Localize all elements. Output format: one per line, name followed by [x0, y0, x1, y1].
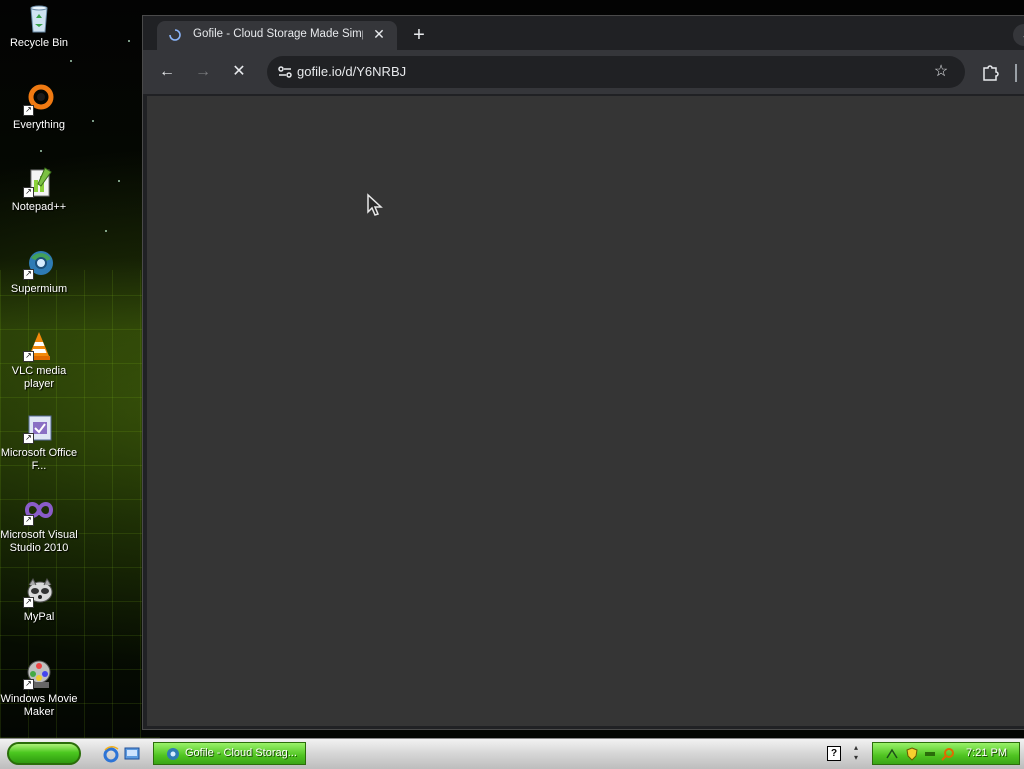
- desktop-icon-supermium[interactable]: ↗ Supermium: [0, 248, 78, 296]
- desktop-icon-vlc[interactable]: ↗ VLC media player: [0, 330, 78, 391]
- volume-icon[interactable]: [923, 747, 937, 761]
- visual-studio-icon: ↗: [23, 494, 55, 526]
- taskbar-item-label: Gofile - Cloud Storag...: [185, 747, 297, 759]
- site-settings-icon[interactable]: [273, 60, 297, 84]
- bookmark-star-icon[interactable]: ☆: [929, 60, 953, 84]
- desktop: Recycle Bin ↗ Everything ↗ Notepad++ ↗ S…: [0, 0, 1024, 738]
- desktop-icon-label: Supermium: [10, 283, 68, 295]
- desktop-icon-label: Everything: [13, 119, 65, 131]
- system-tray: 7:21 PM: [872, 742, 1020, 765]
- show-desktop-icon[interactable]: [123, 745, 141, 763]
- address-bar[interactable]: gofile.io/d/Y6NRBJ ☆: [267, 56, 965, 88]
- extensions-puzzle-icon[interactable]: [979, 60, 1003, 84]
- movie-maker-icon: ↗: [23, 658, 55, 690]
- new-tab-button[interactable]: +: [407, 24, 431, 46]
- forward-button[interactable]: →: [191, 60, 215, 84]
- loading-spinner-icon: [169, 29, 181, 41]
- desktop-icon-microsoft-office-file[interactable]: ↗ Microsoft Office F...: [0, 412, 78, 473]
- wallpaper-star: [70, 60, 72, 62]
- vlc-cone-icon: ↗: [23, 330, 55, 362]
- wallpaper-star: [105, 230, 107, 232]
- language-bar-icon[interactable]: ▴ ▾: [850, 743, 862, 763]
- desktop-icon-windows-movie-maker[interactable]: ↗ Windows Movie Maker: [0, 658, 78, 719]
- start-button[interactable]: [7, 742, 81, 765]
- shortcut-arrow-icon: ↗: [23, 105, 34, 116]
- url-text: gofile.io/d/Y6NRBJ: [297, 64, 407, 79]
- tab-search-button[interactable]: ⌄: [1013, 24, 1024, 46]
- wallpaper-star: [118, 180, 120, 182]
- search-tray-icon[interactable]: [941, 747, 955, 761]
- mypal-raccoon-icon: ↗: [23, 576, 55, 608]
- clock[interactable]: 7:21 PM: [966, 747, 1007, 759]
- tab-gofile[interactable]: Gofile - Cloud Storage Made Simple ✕: [157, 21, 397, 50]
- shortcut-arrow-icon: ↗: [23, 187, 34, 198]
- supermium-browser-icon: ↗: [23, 248, 55, 280]
- supermium-taskbar-icon: [167, 748, 179, 760]
- desktop-icon-mypal[interactable]: ↗ MyPal: [0, 576, 78, 624]
- desktop-icon-label: MyPal: [23, 611, 55, 623]
- recycle-bin-icon: [23, 2, 55, 34]
- desktop-icon-label: Microsoft Office F...: [0, 447, 78, 472]
- browser-window: Gofile - Cloud Storage Made Simple ✕ + ⌄…: [142, 15, 1024, 730]
- desktop-icon-recycle-bin[interactable]: Recycle Bin: [0, 2, 78, 50]
- tab-strip: Gofile - Cloud Storage Made Simple ✕ + ⌄: [143, 16, 1024, 50]
- desktop-icon-everything[interactable]: ↗ Everything: [0, 84, 78, 132]
- desktop-icon-notepad-plus-plus[interactable]: ↗ Notepad++: [0, 166, 78, 214]
- tab-title: Gofile - Cloud Storage Made Simple: [193, 28, 363, 40]
- page-content-area: [147, 96, 1024, 726]
- browser-toolbar: ← → ✕ gofile.io/d/Y6NRBJ ☆: [143, 50, 1024, 94]
- taskbar-item-gofile[interactable]: Gofile - Cloud Storag...: [153, 742, 306, 765]
- desktop-icon-label: Recycle Bin: [9, 37, 69, 49]
- shortcut-arrow-icon: ↗: [23, 351, 34, 362]
- desktop-icon-label: Windows Movie Maker: [0, 693, 78, 718]
- desktop-icon-label: Notepad++: [11, 201, 67, 213]
- shortcut-arrow-icon: ↗: [23, 433, 34, 444]
- desktop-icon-label: VLC media player: [11, 365, 67, 390]
- wallpaper-star: [92, 120, 94, 122]
- everything-search-icon: ↗: [23, 84, 55, 116]
- wallpaper-star: [128, 40, 130, 42]
- notepad-plus-plus-icon: ↗: [23, 166, 55, 198]
- wallpaper-star: [40, 150, 42, 152]
- internet-explorer-icon[interactable]: [102, 745, 120, 763]
- security-shield-icon[interactable]: [905, 747, 919, 761]
- shortcut-arrow-icon: ↗: [23, 269, 34, 280]
- shortcut-arrow-icon: ↗: [23, 515, 34, 526]
- stop-loading-button[interactable]: ✕: [227, 60, 251, 84]
- desktop-icon-visual-studio-2010[interactable]: ↗ Microsoft Visual Studio 2010: [0, 494, 78, 555]
- mouse-cursor-icon: [367, 193, 383, 216]
- shortcut-arrow-icon: ↗: [23, 597, 34, 608]
- office-file-validation-icon: ↗: [23, 412, 55, 444]
- back-button[interactable]: ←: [155, 60, 179, 84]
- desktop-icon-label: Microsoft Visual Studio 2010: [0, 529, 78, 554]
- taskbar: Gofile - Cloud Storag... ? ▴ ▾ 7:21 PM: [0, 738, 1024, 769]
- shortcut-arrow-icon: ↗: [23, 679, 34, 690]
- network-icon[interactable]: [885, 747, 899, 761]
- help-icon[interactable]: ?: [827, 746, 841, 761]
- tab-close-icon[interactable]: ✕: [371, 26, 387, 42]
- browser-menu-button[interactable]: [1015, 64, 1021, 82]
